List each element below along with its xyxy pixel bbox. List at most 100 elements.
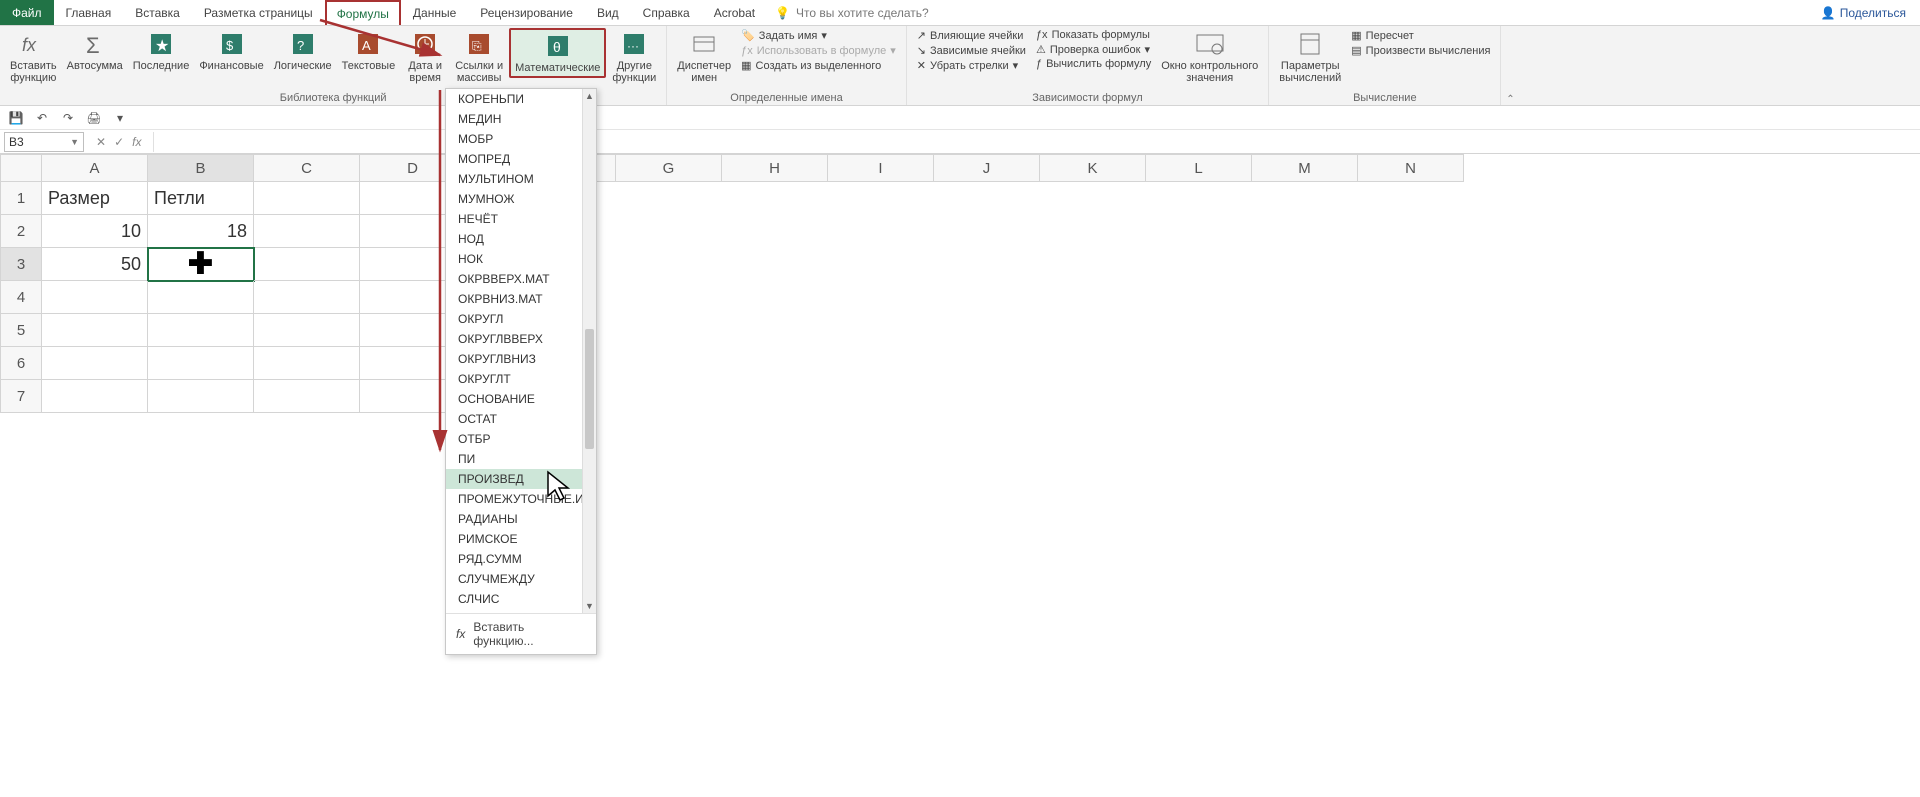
cell-C2[interactable]	[254, 215, 360, 248]
scroll-down-button[interactable]: ▼	[583, 599, 596, 613]
cell-B2[interactable]: 18	[148, 215, 254, 248]
scroll-up-button[interactable]: ▲	[583, 89, 596, 103]
dropdown-item[interactable]: МОБР	[446, 129, 596, 149]
datetime-button[interactable]: Дата и время	[401, 28, 449, 86]
row-header[interactable]: 5	[0, 314, 42, 347]
dropdown-item[interactable]: КОРЕНЬПИ	[446, 89, 596, 109]
dropdown-item[interactable]: ОКРВВЕРХ.МАТ	[446, 269, 596, 289]
tab-acrobat[interactable]: Acrobat	[702, 0, 767, 25]
cell[interactable]	[148, 314, 254, 347]
text-button[interactable]: A Текстовые	[338, 28, 400, 74]
qat-customize-button[interactable]: ▾	[112, 110, 128, 126]
cancel-formula-button[interactable]: ✕	[96, 135, 106, 149]
cell-C3[interactable]	[254, 248, 360, 281]
dropdown-item[interactable]: РЯД.СУММ	[446, 549, 596, 569]
dropdown-item[interactable]: ПРОМЕЖУТОЧНЫЕ.ИТОГИ	[446, 489, 596, 509]
name-box[interactable]: B3 ▼	[4, 132, 84, 152]
tab-view[interactable]: Вид	[585, 0, 631, 25]
dropdown-item[interactable]: РИМСКОЕ	[446, 529, 596, 549]
cell[interactable]	[42, 380, 148, 413]
dropdown-item[interactable]: РАДИАНЫ	[446, 509, 596, 529]
dropdown-item[interactable]: ОКРУГЛ	[446, 309, 596, 329]
undo-button[interactable]: ↶	[34, 110, 50, 126]
dropdown-item[interactable]: СЛУЧМЕЖДУ	[446, 569, 596, 589]
cell[interactable]	[42, 347, 148, 380]
cell-B1[interactable]: Петли	[148, 182, 254, 215]
dropdown-item[interactable]: НОК	[446, 249, 596, 269]
redo-button[interactable]: ↷	[60, 110, 76, 126]
column-header[interactable]: A	[42, 154, 148, 182]
logical-button[interactable]: ? Логические	[270, 28, 336, 74]
row-header[interactable]: 3	[0, 248, 42, 281]
watch-window-button[interactable]: Окно контрольного значения	[1157, 28, 1262, 86]
cell[interactable]	[254, 314, 360, 347]
row-header[interactable]: 2	[0, 215, 42, 248]
dropdown-item[interactable]: МОПРЕД	[446, 149, 596, 169]
cell[interactable]	[148, 281, 254, 314]
row-header[interactable]: 1	[0, 182, 42, 215]
dropdown-item[interactable]: НЕЧЁТ	[446, 209, 596, 229]
tab-insert[interactable]: Вставка	[123, 0, 192, 25]
dropdown-item[interactable]: ОКРУГЛТ	[446, 369, 596, 389]
tell-me-search[interactable]: 💡 Что вы хотите сделать?	[775, 0, 929, 25]
cell-A2[interactable]: 10	[42, 215, 148, 248]
column-header[interactable]: G	[616, 154, 722, 182]
cell[interactable]	[254, 347, 360, 380]
scroll-thumb[interactable]	[585, 329, 594, 449]
create-from-selection-button[interactable]: ▦Создать из выделенного	[737, 58, 900, 73]
insert-function-footer[interactable]: fx Вставить функцию...	[446, 613, 596, 654]
dropdown-item[interactable]: МЕДИН	[446, 109, 596, 129]
select-all-corner[interactable]	[0, 154, 42, 182]
cell[interactable]	[148, 347, 254, 380]
calculate-now-button[interactable]: ▦Пересчет	[1347, 28, 1494, 43]
formula-input[interactable]	[153, 132, 1920, 152]
dropdown-item[interactable]: ОСНОВАНИЕ	[446, 389, 596, 409]
tab-file[interactable]: Файл	[0, 0, 54, 25]
cell[interactable]	[42, 281, 148, 314]
collapse-ribbon-button[interactable]: ⌃	[1501, 26, 1519, 105]
column-header[interactable]: L	[1146, 154, 1252, 182]
column-header[interactable]: M	[1252, 154, 1358, 182]
column-header[interactable]: C	[254, 154, 360, 182]
column-header[interactable]: H	[722, 154, 828, 182]
more-functions-button[interactable]: ··· Другие функции	[608, 28, 660, 86]
cell-A3[interactable]: 50	[42, 248, 148, 281]
error-checking-button[interactable]: ⚠Проверка ошибок▾	[1032, 42, 1155, 57]
share-button[interactable]: 👤 Поделиться	[1807, 0, 1920, 25]
column-header[interactable]: N	[1358, 154, 1464, 182]
tab-home[interactable]: Главная	[54, 0, 124, 25]
column-header[interactable]: K	[1040, 154, 1146, 182]
trace-dependents-button[interactable]: ↘Зависимые ячейки	[913, 43, 1030, 58]
enter-formula-button[interactable]: ✓	[114, 135, 124, 149]
cell[interactable]	[254, 281, 360, 314]
dropdown-item[interactable]: ОКРУГЛВНИЗ	[446, 349, 596, 369]
show-formulas-button[interactable]: ƒxПоказать формулы	[1032, 28, 1155, 42]
dropdown-item[interactable]: СЛЧИС	[446, 589, 596, 609]
column-header[interactable]: B	[148, 154, 254, 182]
cell[interactable]	[254, 380, 360, 413]
dropdown-item[interactable]: ОТБР	[446, 429, 596, 449]
math-trig-button[interactable]: θ Математические	[509, 28, 606, 78]
dropdown-item[interactable]: НОД	[446, 229, 596, 249]
calculate-sheet-button[interactable]: ▤Произвести вычисления	[1347, 43, 1494, 58]
dropdown-item[interactable]: ПИ	[446, 449, 596, 469]
tab-review[interactable]: Рецензирование	[468, 0, 585, 25]
row-header[interactable]: 7	[0, 380, 42, 413]
cell-A1[interactable]: Размер	[42, 182, 148, 215]
autosum-button[interactable]: Σ Автосумма	[63, 28, 127, 74]
cell[interactable]	[148, 380, 254, 413]
column-header[interactable]: I	[828, 154, 934, 182]
dropdown-item[interactable]: МУЛЬТИНОМ	[446, 169, 596, 189]
fx-button[interactable]: fx	[132, 135, 141, 149]
evaluate-formula-button[interactable]: ƒВычислить формулу	[1032, 57, 1155, 71]
print-preview-button[interactable]: 🖨	[86, 110, 102, 126]
name-manager-button[interactable]: Диспетчер имен	[673, 28, 735, 86]
dropdown-item[interactable]: ОКРУГЛВВЕРХ	[446, 329, 596, 349]
define-name-button[interactable]: 🏷️Задать имя▾	[737, 28, 900, 43]
cell-B3[interactable]: ✚	[148, 248, 254, 281]
dropdown-scrollbar[interactable]: ▲ ▼	[582, 89, 596, 613]
dropdown-item[interactable]: МУМНОЖ	[446, 189, 596, 209]
cell-C1[interactable]	[254, 182, 360, 215]
tab-help[interactable]: Справка	[631, 0, 702, 25]
tab-data[interactable]: Данные	[401, 0, 468, 25]
